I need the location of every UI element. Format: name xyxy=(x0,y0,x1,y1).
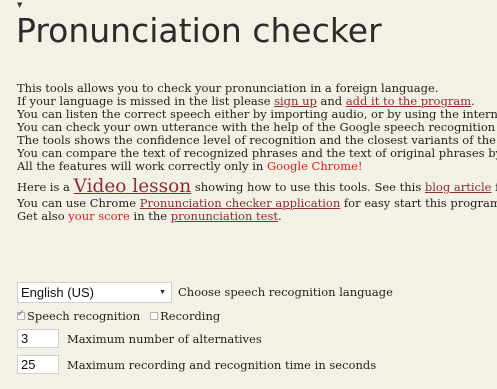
language-row: English (US) ▼ Choose speech recognition… xyxy=(17,281,497,303)
score-line: Get also your score in the pronunciation… xyxy=(17,210,497,223)
language-label: Choose speech recognition language xyxy=(178,285,393,299)
alternatives-label: Maximum number of alternatives xyxy=(67,331,262,346)
intro-line-2-post: . xyxy=(471,94,475,108)
controls-panel: English (US) ▼ Choose speech recognition… xyxy=(17,281,497,374)
google-chrome-highlight: Google Chrome! xyxy=(267,159,363,173)
video-lesson-line: Here is a Video lesson showing how to us… xyxy=(17,177,497,197)
add-to-program-link[interactable]: add it to the program xyxy=(346,94,471,108)
intro-line-7: All the features will work correctly onl… xyxy=(17,160,497,173)
intro-text: This tools allows you to check your pron… xyxy=(17,82,497,223)
score-mid: in the xyxy=(129,209,171,223)
recording-option[interactable]: Recording xyxy=(150,309,220,323)
video-lesson-link[interactable]: Video lesson xyxy=(74,176,192,197)
recording-checkbox[interactable] xyxy=(150,312,159,320)
lesson-pre: Here is a xyxy=(17,180,74,194)
sign-up-link[interactable]: sign up xyxy=(274,94,317,108)
language-select-value: English (US) xyxy=(21,284,94,300)
speech-recognition-label: Speech recognition xyxy=(27,309,141,323)
intro-line-2-pre: If your language is missed in the list p… xyxy=(17,94,275,108)
lesson-mid: showing how to use this tools. See this xyxy=(191,180,425,194)
alternatives-row: 3 Maximum number of alternatives xyxy=(17,329,497,348)
pronunciation-test-link[interactable]: pronunciation test xyxy=(171,209,278,223)
max-time-input[interactable]: 25 xyxy=(17,355,59,374)
page-title: Pronunciation checker xyxy=(16,11,382,50)
mode-row: Speech recognition Recording xyxy=(17,306,497,326)
score-pre: Get also xyxy=(17,209,69,223)
intro-line-7-pre: All the features will work correctly onl… xyxy=(17,159,267,173)
score-post: . xyxy=(277,209,282,223)
speech-recognition-checkbox[interactable] xyxy=(17,309,25,320)
chrome-app-link[interactable]: Pronunciation checker application xyxy=(140,196,341,210)
speech-recognition-option[interactable]: Speech recognition xyxy=(17,309,140,323)
blog-article-link[interactable]: blog article xyxy=(425,180,492,194)
lesson-post: fo xyxy=(491,180,497,194)
down-arrow-icon: ▼ xyxy=(17,1,23,9)
chrome-post: for easy start this program xyxy=(340,196,497,210)
recording-label: Recording xyxy=(160,309,221,323)
intro-line-2-mid: and xyxy=(316,94,346,108)
max-time-row: 25 Maximum recording and recognition tim… xyxy=(17,355,497,374)
dropdown-arrow-icon: ▼ xyxy=(159,288,166,296)
chrome-pre: You can use Chrome xyxy=(17,196,140,210)
language-select[interactable]: English (US) ▼ xyxy=(17,281,172,303)
max-time-label: Maximum recording and recognition time i… xyxy=(67,357,377,372)
alternatives-input[interactable]: 3 xyxy=(17,329,59,348)
your-score-highlight: your score xyxy=(68,209,130,223)
